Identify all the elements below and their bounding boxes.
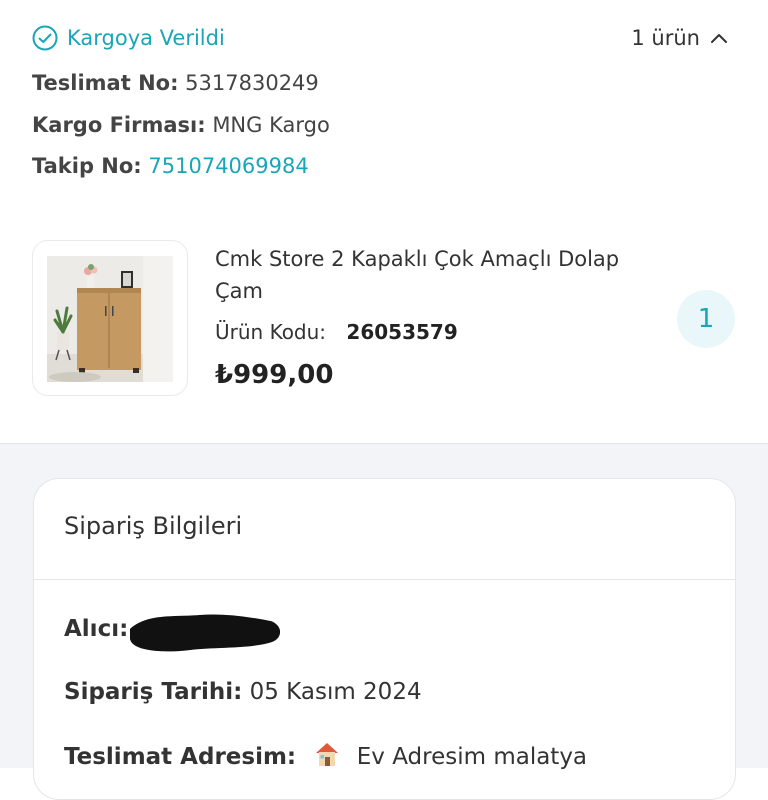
order-date-value: 05 Kasım 2024 — [249, 679, 422, 705]
check-circle-icon — [32, 25, 58, 51]
product-name[interactable]: Cmk Store 2 Kapaklı Çok Amaçlı Dolap Çam — [215, 243, 665, 307]
shipment-section: Kargoya Verildi 1 ürün Teslimat No: 5317… — [0, 0, 768, 444]
carrier-row: Kargo Firması: MNG Kargo — [32, 113, 330, 137]
order-date-label: Sipariş Tarihi: — [64, 679, 243, 705]
delivery-number-label: Teslimat No: — [32, 71, 179, 95]
order-date-row: Sipariş Tarihi: 05 Kasım 2024 — [64, 679, 422, 705]
product-price: ₺999,00 — [215, 360, 334, 390]
product-code-value: 26053579 — [346, 320, 458, 344]
delivery-number-row: Teslimat No: 5317830249 — [32, 71, 319, 95]
shipment-header[interactable]: Kargoya Verildi 1 ürün — [32, 22, 728, 54]
delivery-number-value: 5317830249 — [185, 71, 319, 95]
shipment-status: Kargoya Verildi — [67, 26, 225, 50]
house-icon — [316, 743, 339, 766]
quantity-badge: 1 — [677, 290, 735, 348]
product-thumbnail[interactable] — [32, 240, 188, 396]
card-divider — [34, 579, 735, 580]
chevron-up-icon — [711, 34, 727, 43]
carrier-label: Kargo Firması: — [32, 113, 206, 137]
carrier-value: MNG Kargo — [212, 113, 330, 137]
tracking-row: Takip No: 751074069984 — [32, 154, 309, 178]
redacted-name-scribble — [130, 614, 280, 652]
tracking-label: Takip No: — [32, 154, 142, 178]
recipient-row: Alıcı: — [64, 616, 128, 642]
order-info-card: Sipariş Bilgileri Alıcı: Sipariş Tarihi:… — [33, 478, 736, 800]
product-code-label: Ürün Kodu: — [215, 320, 327, 344]
item-count: 1 ürün — [631, 26, 700, 50]
tracking-number-link[interactable]: 751074069984 — [148, 154, 308, 178]
order-info-title: Sipariş Bilgileri — [64, 512, 243, 540]
product-code-row: Ürün Kodu: 26053579 — [215, 320, 458, 344]
product-image — [47, 256, 173, 382]
delivery-address-value: Ev Adresim malatya — [356, 744, 588, 770]
delivery-address-label: Teslimat Adresim: — [64, 744, 297, 770]
recipient-label: Alıcı: — [64, 616, 129, 642]
collapse-toggle[interactable]: 1 ürün — [631, 22, 728, 54]
delivery-address-row: Teslimat Adresim: Ev Adresim malatya — [64, 741, 587, 770]
